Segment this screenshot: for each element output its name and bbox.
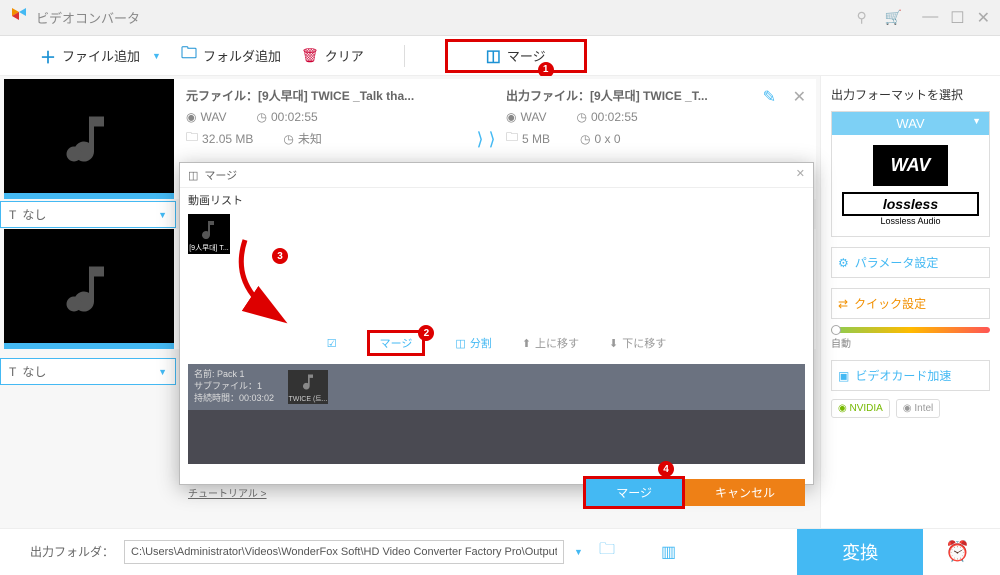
output-path-input[interactable] <box>124 540 564 564</box>
checkbox-icon[interactable]: ☑ <box>327 337 337 350</box>
search-icon[interactable]: ⚲ <box>857 9 867 26</box>
parameter-settings-button[interactable]: ⚙ パラメータ設定 <box>831 247 990 278</box>
merge-cancel-button[interactable]: キャンセル <box>685 479 805 506</box>
effect-dropdown[interactable]: T なし ▼ <box>0 358 176 385</box>
dropdown-icon[interactable]: ▼ <box>152 51 161 61</box>
text-icon: T <box>9 208 16 222</box>
file-thumbnail[interactable] <box>4 79 174 199</box>
chip-icon: ▣ <box>838 369 849 383</box>
output-file-label: 出力ファイル：[9人早대] TWICE _T... <box>506 87 786 104</box>
badge-2: 2 <box>418 325 434 341</box>
format-selector[interactable]: WAV WAV lossless Lossless Audio <box>831 111 990 237</box>
minimize-button[interactable]: — <box>922 8 938 28</box>
plus-icon: ＋ <box>40 44 56 68</box>
merge-button-highlight: ◫ マージ 1 <box>445 39 587 73</box>
merge-modal: ◫ マージ ✕ 動画リスト [9人早대] T... ☑ マージ 2 ◫ 分割 ⬆… <box>179 162 814 485</box>
move-up-button[interactable]: ⬆ 上に移す <box>522 335 579 351</box>
maximize-button[interactable]: ☐ <box>950 8 964 28</box>
alarm-icon[interactable]: ⏰ <box>945 539 970 564</box>
modal-toolbar: ☑ マージ 2 ◫ 分割 ⬆ 上に移す ⬇ 下に移す <box>180 322 813 364</box>
move-down-button[interactable]: ⬇ 下に移す <box>609 335 666 351</box>
remove-file-icon[interactable]: ✕ <box>793 87 806 107</box>
text-icon: T <box>9 365 16 379</box>
separator <box>404 45 405 67</box>
file-thumbnail[interactable] <box>4 229 174 349</box>
modal-merge-button[interactable]: マージ <box>380 335 413 351</box>
edit-icon[interactable]: ✎ <box>763 87 776 107</box>
tutorial-link[interactable]: チュートリアル > <box>188 485 267 500</box>
modal-close-button[interactable]: ✕ <box>796 167 805 180</box>
path-dropdown-icon[interactable]: ▼ <box>574 547 583 557</box>
format-icon: ◉ WAV <box>186 110 226 124</box>
info-icon: ◷ 未知 <box>283 128 322 149</box>
trash-icon: 🗑 <box>301 47 319 64</box>
merge-action-highlight: マージ 2 <box>367 330 426 356</box>
chevron-down-icon: ▼ <box>158 210 167 220</box>
merge-confirm-button[interactable]: マージ <box>586 479 682 506</box>
chevron-down-icon: ▼ <box>158 367 167 377</box>
app-logo <box>10 6 28 29</box>
wav-badge: WAV <box>873 145 949 186</box>
pack-row[interactable]: 名前: Pack 1 サブファイル：1 持続時間：00:03:02 TWICE … <box>188 364 805 410</box>
lossless-sub: Lossless Audio <box>842 216 979 226</box>
toolbar: ＋ ファイル追加 ▼ 🗀 フォルダ追加 🗑 クリア ◫ マージ 1 <box>0 36 1000 76</box>
clear-button[interactable]: 🗑 クリア <box>301 46 364 65</box>
app-title: ビデオコンバータ <box>36 8 857 27</box>
pack-thumbnail[interactable]: TWICE (트... <box>288 370 328 404</box>
merge-confirm-highlight: マージ 4 <box>583 476 685 509</box>
lossless-badge: lossless <box>842 192 979 216</box>
modal-split-button[interactable]: ◫ 分割 <box>455 335 491 351</box>
size-icon: 🗀 32.05 MB <box>186 128 253 149</box>
format-header[interactable]: WAV <box>832 112 989 135</box>
duration-icon: ◷ 00:02:55 <box>256 110 317 124</box>
badge-4: 4 <box>658 461 674 477</box>
add-file-button[interactable]: ＋ ファイル追加 ▼ <box>40 44 161 68</box>
gpu-accel-button[interactable]: ▣ ビデオカード加速 <box>831 360 990 391</box>
film-icon[interactable]: ▥ <box>661 542 676 562</box>
effect-dropdown[interactable]: T なし ▼ <box>0 201 176 228</box>
slider-label: 自動 <box>831 335 990 350</box>
convert-button[interactable]: 変換 <box>797 529 923 575</box>
open-folder-icon[interactable]: 🗀 <box>599 538 615 565</box>
source-file-label: 元ファイル：[9人早대] TWICE _Talk tha... <box>186 87 466 104</box>
add-folder-button[interactable]: 🗀 フォルダ追加 <box>181 42 281 69</box>
quick-icon: ⇄ <box>838 297 848 311</box>
merge-icon: ◫ <box>188 169 198 182</box>
output-folder-label: 出力フォルダ： <box>30 543 114 560</box>
modal-title: ◫ マージ ✕ <box>180 163 813 188</box>
settings-icon: ⚙ <box>838 256 849 270</box>
pack-drop-area[interactable] <box>188 410 805 464</box>
quick-settings-button[interactable]: ⇄ クイック設定 <box>831 288 990 319</box>
folder-icon: 🗀 <box>181 42 197 69</box>
output-format-title: 出力フォーマットを選択 <box>831 86 990 103</box>
pack-info: 名前: Pack 1 サブファイル：1 持続時間：00:03:02 <box>194 369 274 404</box>
output-panel: 出力フォーマットを選択 WAV WAV lossless Lossless Au… <box>820 76 1000 528</box>
modal-footer: チュートリアル > マージ 4 キャンセル <box>180 468 813 517</box>
nvidia-chip: ◉ NVIDIA <box>831 399 890 418</box>
video-list-item[interactable]: [9人早대] T... <box>188 214 230 254</box>
quality-slider[interactable] <box>831 327 990 333</box>
intel-chip: ◉ Intel <box>896 399 940 418</box>
merge-icon: ◫ <box>486 46 501 66</box>
close-button[interactable]: ✕ <box>977 8 990 28</box>
merge-button[interactable]: ◫ マージ <box>486 46 546 66</box>
cart-icon[interactable]: 🛒 <box>885 9 902 26</box>
titlebar: ビデオコンバータ ⚲ 🛒 — ☐ ✕ <box>0 0 1000 36</box>
bottom-bar: 出力フォルダ： ▼ 🗀 ▥ 変換 ⏰ <box>0 528 1000 574</box>
video-list-label: 動画リスト <box>180 188 813 212</box>
badge-3: 3 <box>272 248 288 264</box>
